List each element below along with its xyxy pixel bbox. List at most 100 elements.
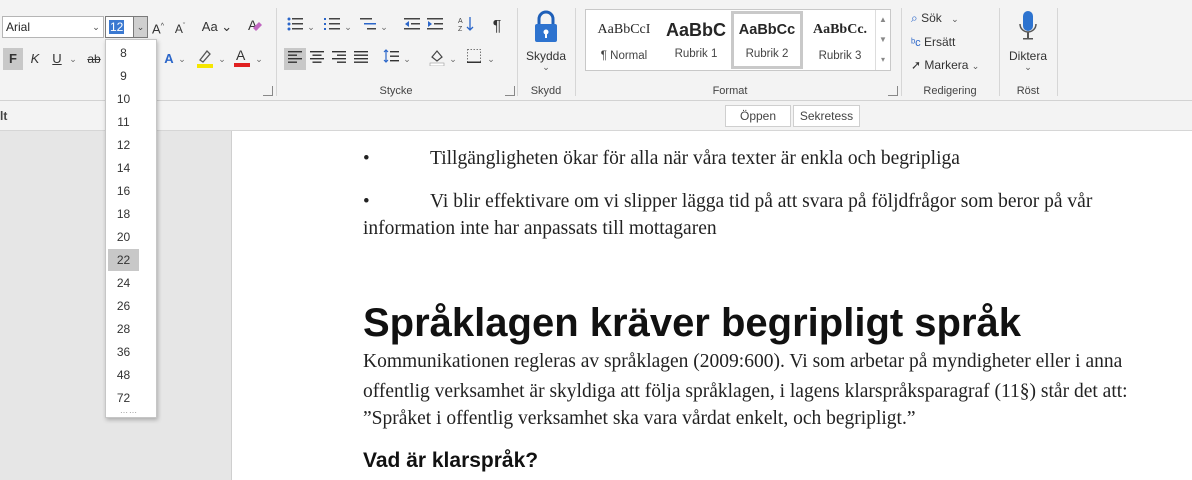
style-rubrik-1[interactable]: AaBbC Rubrik 1: [660, 11, 732, 69]
group-label-stycke: Stycke: [379, 85, 413, 97]
styles-dialog-launcher-icon[interactable]: [888, 86, 898, 96]
heading-1: Språklagen kräver begripligt språk: [363, 301, 1022, 345]
align-right-icon[interactable]: [329, 48, 349, 70]
decrease-indent-icon[interactable]: [402, 16, 422, 38]
protect-label: Skydda: [525, 49, 567, 63]
font-size-option[interactable]: 16: [108, 180, 139, 202]
italic-button[interactable]: K: [26, 48, 44, 70]
chevron-down-icon[interactable]: ⌄: [133, 17, 147, 37]
justify-icon[interactable]: [351, 48, 371, 70]
bar-label-fragment: lt: [0, 109, 8, 123]
chevron-down-icon[interactable]: ⌄: [217, 48, 227, 70]
highlight-color-icon[interactable]: [195, 48, 215, 70]
search-icon: ⌕: [911, 11, 918, 25]
change-case-icon[interactable]: Aa ⌄: [201, 16, 233, 38]
font-size-option[interactable]: 8: [108, 42, 139, 64]
font-size-option[interactable]: 48: [108, 364, 139, 386]
styles-gallery-scroll[interactable]: ▲ ▼ ▾: [875, 10, 890, 70]
chevron-down-icon[interactable]: ⌄: [1004, 63, 1052, 72]
align-left-icon[interactable]: [284, 48, 306, 70]
style-name: Rubrik 3: [818, 50, 862, 62]
show-formatting-marks-icon[interactable]: ¶: [488, 16, 506, 38]
font-size-option[interactable]: 12: [108, 134, 139, 156]
style-rubrik-2[interactable]: AaBbCc Rubrik 2: [731, 11, 803, 69]
underline-button[interactable]: U: [48, 48, 66, 70]
separator: [901, 8, 902, 96]
document-page[interactable]: • Tillgängligheten ökar för alla när vår…: [231, 131, 1192, 480]
strikethrough-button[interactable]: ab: [84, 48, 104, 70]
font-color-icon[interactable]: A: [232, 46, 252, 68]
font-size-option[interactable]: 26: [108, 295, 139, 317]
chevron-up-icon[interactable]: ▲: [876, 10, 890, 30]
bullet-text-continued: information inte har anpassats till mott…: [363, 218, 717, 239]
style-name: ¶ Normal: [600, 50, 648, 62]
style-rubrik-3[interactable]: AaBbCc. Rubrik 3: [804, 11, 876, 69]
font-size-option[interactable]: 18: [108, 203, 139, 225]
font-size-option[interactable]: 28: [108, 318, 139, 340]
numbering-icon[interactable]: [322, 16, 342, 38]
more-styles-icon[interactable]: ▾: [876, 50, 890, 70]
font-size-option[interactable]: 20: [108, 226, 139, 248]
chevron-down-icon[interactable]: ⌄: [89, 17, 103, 37]
font-size-option[interactable]: 11: [108, 111, 139, 133]
open-classification-button[interactable]: Öppen: [725, 105, 791, 127]
font-size-option[interactable]: 22: [108, 249, 139, 271]
group-label-rost: Röst: [1016, 85, 1040, 97]
font-size-combo[interactable]: 12 ⌄: [105, 16, 148, 38]
text-effects-icon[interactable]: A: [161, 48, 177, 70]
grow-font-icon[interactable]: A^: [150, 16, 166, 38]
sort-icon[interactable]: AZ: [456, 16, 476, 38]
font-size-option[interactable]: 10: [108, 88, 139, 110]
dictate-button[interactable]: Diktera ⌄: [1004, 8, 1052, 78]
font-size-dropdown: 8 9 10 11 12 14 16 18 20 22 24 26 28 36 48 72 ⋯⋯: [105, 39, 157, 418]
separator: [517, 8, 518, 96]
line-spacing-icon[interactable]: [381, 48, 401, 70]
replace-button[interactable]: ᵇc Ersätt: [911, 31, 971, 53]
chevron-down-icon[interactable]: ⌄: [448, 48, 458, 70]
chevron-down-icon[interactable]: ⌄: [343, 16, 353, 38]
lock-icon: [535, 10, 557, 42]
font-size-value[interactable]: 12: [109, 20, 125, 34]
font-dialog-launcher-icon[interactable]: [263, 86, 273, 96]
chevron-down-icon[interactable]: ⌄: [522, 63, 570, 72]
secrecy-classification-button[interactable]: Sekretess: [793, 105, 860, 127]
style-preview: AaBbC: [665, 20, 726, 40]
chevron-down-icon: ⌄: [971, 61, 980, 71]
protect-button[interactable]: Skydda ⌄: [522, 8, 570, 76]
chevron-down-icon: ⌄: [951, 14, 959, 24]
font-size-option[interactable]: 72: [108, 387, 139, 409]
align-center-icon[interactable]: [307, 48, 327, 70]
chevron-down-icon[interactable]: ⌄: [177, 48, 187, 70]
paragraph-line: ”Språket i offentlig verksamhet ska vara…: [363, 408, 916, 429]
chevron-down-icon[interactable]: ⌄: [68, 48, 78, 70]
chevron-down-icon[interactable]: ⌄: [306, 16, 316, 38]
svg-text:A: A: [458, 18, 463, 25]
select-button[interactable]: ➚ Markera ⌄: [911, 54, 991, 76]
bullets-icon[interactable]: [285, 16, 305, 38]
group-label-format: Format: [712, 85, 748, 97]
font-family-combo[interactable]: Arial ⌄: [2, 16, 104, 38]
chevron-down-icon[interactable]: ⌄: [486, 48, 496, 70]
style-normal[interactable]: AaBbCcI ¶ Normal: [588, 11, 660, 69]
chevron-down-icon[interactable]: ⌄: [379, 16, 389, 38]
font-size-option[interactable]: 9: [108, 65, 139, 87]
shading-icon[interactable]: [427, 48, 447, 70]
style-preview: AaBbCcI: [597, 22, 651, 37]
bold-button[interactable]: F: [3, 48, 23, 70]
chevron-down-icon[interactable]: ⌄: [402, 48, 412, 70]
increase-indent-icon[interactable]: [425, 16, 445, 38]
chevron-down-icon[interactable]: ▼: [876, 30, 890, 50]
clear-formatting-icon[interactable]: A: [244, 16, 266, 38]
font-size-option[interactable]: 24: [108, 272, 139, 294]
shrink-font-icon[interactable]: Aˇ: [172, 16, 188, 38]
multilevel-list-icon[interactable]: [358, 16, 378, 38]
resize-grip-icon[interactable]: ⋯⋯: [120, 408, 138, 417]
borders-icon[interactable]: [464, 48, 484, 70]
font-size-option[interactable]: 14: [108, 157, 139, 179]
styles-gallery: AaBbCcI ¶ Normal AaBbC Rubrik 1 AaBbCc R…: [585, 9, 891, 71]
select-label: Markera: [924, 58, 969, 72]
font-size-option[interactable]: 36: [108, 341, 139, 363]
style-preview: AaBbCc: [738, 22, 796, 38]
search-button[interactable]: ⌕ Sök ⌄: [911, 7, 971, 29]
chevron-down-icon[interactable]: ⌄: [254, 48, 264, 70]
